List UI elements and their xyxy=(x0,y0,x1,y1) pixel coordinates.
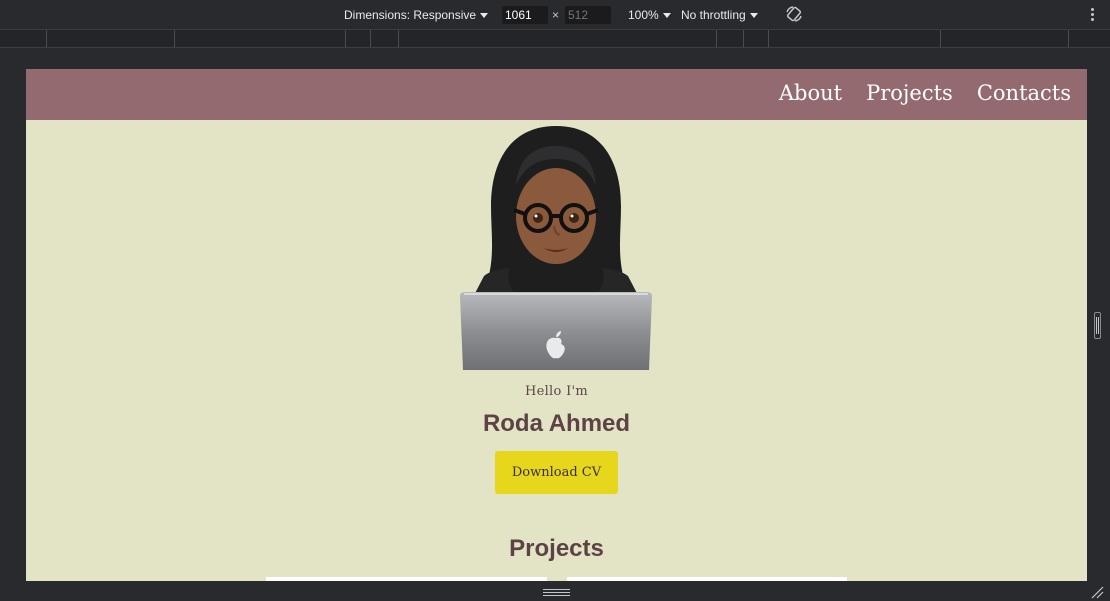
avatar-emoji-icon xyxy=(460,126,652,370)
greeting-text: Hello I'm xyxy=(524,384,589,399)
dimensions-label: Dimensions: Responsive xyxy=(344,8,477,22)
rotate-icon[interactable] xyxy=(785,5,803,23)
dimension-separator: × xyxy=(552,8,560,22)
download-cv-button[interactable]: Download CV xyxy=(495,451,618,494)
devtools-device-toolbar: Dimensions: Responsive × 100% No throttl… xyxy=(0,0,1110,30)
site-header: About Projects Contacts xyxy=(26,69,1087,120)
dimensions-dropdown[interactable]: Dimensions: Responsive xyxy=(344,8,489,22)
projects-heading: Projects xyxy=(509,535,604,562)
devtools-bottom-bar xyxy=(0,581,1110,601)
resize-handle-bottom[interactable] xyxy=(543,589,570,596)
chevron-down-icon xyxy=(749,13,758,18)
throttling-label: No throttling xyxy=(681,8,746,22)
chevron-down-icon xyxy=(662,13,671,18)
nav-link-contacts[interactable]: Contacts xyxy=(977,81,1071,105)
nav-link-about[interactable]: About xyxy=(779,81,842,105)
zoom-dropdown[interactable]: 100% xyxy=(628,8,671,22)
height-input[interactable] xyxy=(565,6,611,24)
resize-handle-right[interactable] xyxy=(1094,312,1101,339)
throttling-dropdown[interactable]: No throttling xyxy=(681,8,758,22)
device-viewport: About Projects Contacts Hello I'm Roda A… xyxy=(26,69,1087,581)
width-input[interactable] xyxy=(502,6,548,24)
resize-corner-icon[interactable] xyxy=(1090,585,1104,599)
chevron-down-icon xyxy=(480,13,489,18)
profile-name: Roda Ahmed xyxy=(482,410,631,437)
media-query-bar[interactable] xyxy=(0,30,1110,48)
main-nav: About Projects Contacts xyxy=(779,81,1071,105)
nav-link-projects[interactable]: Projects xyxy=(866,81,953,105)
zoom-label: 100% xyxy=(628,8,659,22)
more-options-icon[interactable] xyxy=(1089,7,1095,23)
